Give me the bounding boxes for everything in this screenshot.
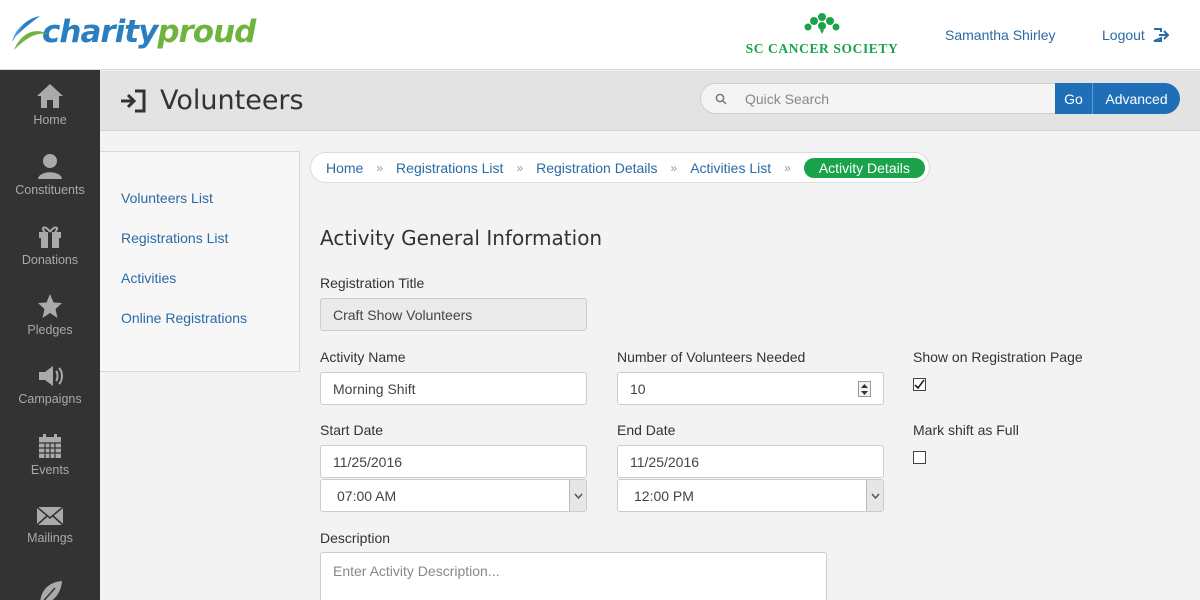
org-name: SC CANCER SOCIETY xyxy=(745,41,899,56)
main-sidebar: Home Constituents Donations Pledges Camp… xyxy=(0,70,100,600)
section-title: Activity General Information xyxy=(320,226,603,250)
sidebar-item-donations[interactable]: Donations xyxy=(0,210,100,280)
description-label: Description xyxy=(320,530,391,546)
search-icon xyxy=(715,93,727,105)
volunteers-needed-label: Number of Volunteers Needed xyxy=(617,349,806,365)
sidebar-item-constituents[interactable]: Constituents xyxy=(0,140,100,210)
end-date-field[interactable]: 11/25/2016 xyxy=(617,445,884,478)
breadcrumb-activity-details: Activity Details xyxy=(803,157,925,178)
start-date-field[interactable]: 11/25/2016 xyxy=(320,445,587,478)
top-header: charityproud SC CANCER SOCIETY Samantha … xyxy=(0,0,1200,70)
breadcrumb-separator: » xyxy=(516,160,524,175)
registration-title-field: Craft Show Volunteers xyxy=(320,298,587,331)
subnav-item-online-registrations[interactable]: Online Registrations xyxy=(100,310,299,350)
charityproud-logo[interactable]: charityproud xyxy=(10,12,256,52)
start-time-select[interactable]: 07:00 AM xyxy=(320,479,587,512)
sidebar-item-label: Campaigns xyxy=(18,392,82,406)
sidebar-item-label: Donations xyxy=(21,253,79,267)
end-time-value: 12:00 PM xyxy=(634,487,694,504)
quick-search: Go Advanced xyxy=(700,83,1180,114)
breadcrumb-separator: » xyxy=(670,160,678,175)
logout-icon xyxy=(1153,28,1169,42)
search-box xyxy=(700,83,1055,114)
checkmark-icon xyxy=(914,379,925,390)
stepper-arrows[interactable] xyxy=(858,381,871,397)
breadcrumb-registration-details[interactable]: Registration Details xyxy=(536,160,657,176)
activity-name-label: Activity Name xyxy=(320,349,406,365)
breadcrumb: Home » Registrations List » Registration… xyxy=(310,152,930,183)
sidebar-item-label: Pledges xyxy=(27,323,73,337)
sidebar-item-events[interactable]: Events xyxy=(0,420,100,490)
volunteers-needed-stepper[interactable]: 10 xyxy=(617,372,884,405)
volunteers-needed-value: 10 xyxy=(630,380,646,397)
subnav-item-registrations-list[interactable]: Registrations List xyxy=(100,230,299,270)
mark-full-label: Mark shift as Full xyxy=(913,422,1019,438)
sidebar-item-label: Constituents xyxy=(15,183,85,197)
logo-word-charity: charity xyxy=(42,14,158,50)
end-date-label: End Date xyxy=(617,422,676,438)
calendar-icon xyxy=(39,434,61,458)
logo-word-proud: proud xyxy=(157,14,256,50)
activity-name-field[interactable]: Morning Shift xyxy=(320,372,587,405)
envelope-icon xyxy=(36,506,64,526)
subnav-item-activities[interactable]: Activities xyxy=(100,270,299,310)
registration-title-label: Registration Title xyxy=(320,275,425,291)
start-date-label: Start Date xyxy=(320,422,384,438)
sidebar-item-label: Events xyxy=(30,463,70,477)
chevron-down-icon xyxy=(866,480,883,511)
org-logo: SC CANCER SOCIETY xyxy=(742,12,902,57)
star-icon xyxy=(38,294,62,318)
gift-icon xyxy=(39,226,61,248)
show-on-page-label: Show on Registration Page xyxy=(913,349,1083,365)
sidebar-item-label: Mailings xyxy=(27,531,73,545)
mark-full-checkbox[interactable] xyxy=(913,451,926,464)
person-icon xyxy=(38,154,62,179)
logo-wordmark: charityproud xyxy=(42,14,256,50)
chevron-down-icon xyxy=(569,480,586,511)
subnav-item-volunteers-list[interactable]: Volunteers List xyxy=(100,190,299,230)
page-title: Volunteers xyxy=(120,85,304,116)
megaphone-icon xyxy=(39,366,63,386)
start-time-value: 07:00 AM xyxy=(337,487,397,504)
show-on-page-checkbox[interactable] xyxy=(913,378,926,391)
stepper-up-icon xyxy=(861,383,868,388)
sidebar-item-mailings[interactable]: Mailings xyxy=(0,490,100,560)
sidebar-item-pledges[interactable]: Pledges xyxy=(0,280,100,350)
description-textarea[interactable]: Enter Activity Description... xyxy=(320,552,827,600)
search-input[interactable] xyxy=(745,90,1035,107)
stepper-down-icon xyxy=(861,390,868,395)
leaf-swoosh-icon xyxy=(10,12,48,52)
sidebar-item-home[interactable]: Home xyxy=(0,70,100,140)
ribbon-cluster-icon xyxy=(804,13,840,34)
go-button[interactable]: Go xyxy=(1055,83,1092,114)
leaf-icon xyxy=(40,581,62,600)
breadcrumb-registrations-list[interactable]: Registrations List xyxy=(396,160,503,176)
logout-link[interactable]: Logout xyxy=(1102,27,1169,43)
page-title-bar: Volunteers Go Advanced xyxy=(100,71,1200,131)
advanced-search-button[interactable]: Advanced xyxy=(1092,83,1180,114)
breadcrumb-activities-list[interactable]: Activities List xyxy=(690,160,771,176)
page-title-text: Volunteers xyxy=(160,85,304,116)
end-time-select[interactable]: 12:00 PM xyxy=(617,479,884,512)
breadcrumb-home[interactable]: Home xyxy=(326,160,363,176)
logout-label: Logout xyxy=(1102,27,1145,43)
sidebar-item-more[interactable] xyxy=(0,560,100,600)
user-name-link[interactable]: Samantha Shirley xyxy=(945,27,1056,43)
volunteers-subnav: Volunteers List Registrations List Activ… xyxy=(100,151,300,372)
breadcrumb-separator: » xyxy=(784,160,791,175)
sign-in-icon xyxy=(121,89,146,112)
sidebar-item-campaigns[interactable]: Campaigns xyxy=(0,350,100,420)
breadcrumb-separator: » xyxy=(376,160,384,175)
home-icon xyxy=(37,84,63,108)
sidebar-item-label: Home xyxy=(33,113,67,127)
